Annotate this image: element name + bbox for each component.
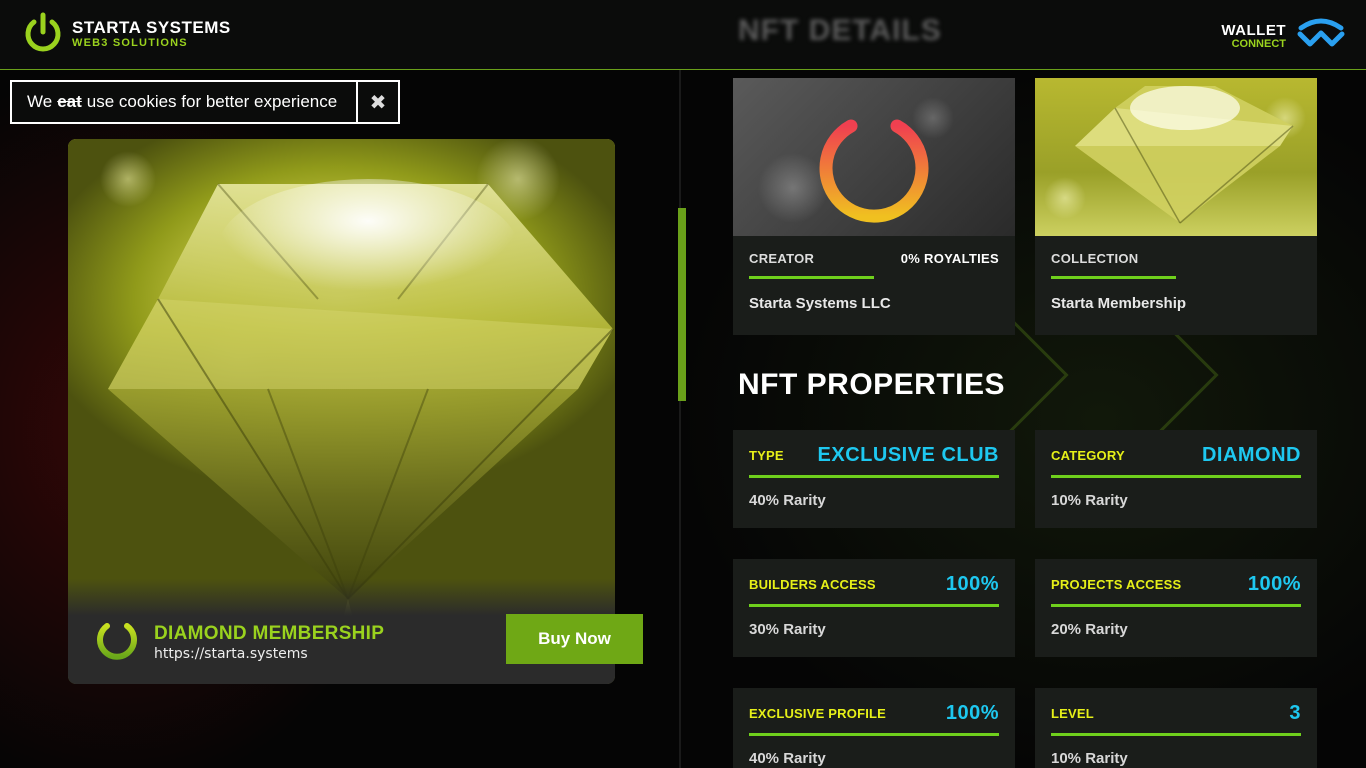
- property-rarity: 20% Rarity: [1051, 621, 1128, 638]
- walletconnect-icon: [1296, 18, 1346, 54]
- collection-image: [1035, 78, 1317, 236]
- brand-subtitle: WEB3 SOLUTIONS: [72, 36, 188, 49]
- property-value: 3: [1289, 701, 1301, 724]
- property-rarity: 10% Rarity: [1051, 492, 1128, 509]
- creator-image: [733, 78, 1015, 236]
- property-underline: [1051, 604, 1301, 607]
- creator-label: CREATOR: [749, 251, 815, 266]
- property-value: 100%: [945, 701, 999, 724]
- property-underline: [1051, 475, 1301, 478]
- wallet-title: WALLET: [1221, 22, 1286, 39]
- scrollbar-thumb[interactable]: [678, 208, 686, 401]
- property-value: EXCLUSIVE CLUB: [817, 443, 999, 466]
- creator-underline: [749, 276, 874, 279]
- property-value: 100%: [1247, 572, 1301, 595]
- brand-logo[interactable]: STARTA SYSTEMS WEB3 SOLUTIONS: [22, 12, 231, 54]
- property-key: EXCLUSIVE PROFILE: [749, 705, 887, 721]
- property-key: PROJECTS ACCESS: [1051, 576, 1182, 592]
- property-rarity: 10% Rarity: [1051, 750, 1128, 767]
- property-underline: [749, 475, 999, 478]
- brand-title: STARTA SYSTEMS: [72, 17, 231, 37]
- property-value: DIAMOND: [1201, 443, 1301, 466]
- nft-url-link[interactable]: https://starta.systems: [154, 646, 308, 662]
- collection-underline: [1051, 276, 1176, 279]
- creator-panel: CREATOR 0% ROYALTIES Starta Systems LLC: [733, 78, 1015, 335]
- property-rarity: 40% Rarity: [749, 492, 826, 509]
- collection-label: COLLECTION: [1051, 251, 1139, 266]
- cookie-struck-word: eat: [57, 92, 82, 111]
- close-icon[interactable]: ✖: [358, 82, 398, 122]
- wallet-subtitle: CONNECT: [1231, 38, 1286, 50]
- wallet-connect-button[interactable]: WALLET CONNECT: [1221, 18, 1346, 54]
- property-rarity: 30% Rarity: [749, 621, 826, 638]
- property-card-category: CATEGORY DIAMOND 10% Rarity: [1035, 430, 1317, 528]
- property-card-level: LEVEL 3 10% Rarity: [1035, 688, 1317, 768]
- buy-now-button[interactable]: Buy Now: [506, 614, 643, 664]
- nft-name: DIAMOND MEMBERSHIP: [154, 623, 385, 644]
- property-card-type: TYPE EXCLUSIVE CLUB 40% Rarity: [733, 430, 1015, 528]
- collection-value: Starta Membership: [1051, 295, 1187, 312]
- power-logo-icon: [22, 12, 64, 54]
- property-underline: [749, 604, 999, 607]
- royalties-label: 0% ROYALTIES: [900, 251, 999, 266]
- page-title: NFT DETAILS: [738, 14, 942, 47]
- property-card-projects-access: PROJECTS ACCESS 100% 20% Rarity: [1035, 559, 1317, 657]
- cookie-banner: We eat use cookies for better experience…: [10, 80, 400, 124]
- properties-title: NFT PROPERTIES: [738, 368, 1006, 401]
- cookie-message: We eat use cookies for better experience: [12, 82, 358, 122]
- property-key: LEVEL: [1051, 705, 1094, 721]
- nft-card: DIAMOND MEMBERSHIP https://starta.system…: [68, 139, 615, 684]
- property-key: BUILDERS ACCESS: [749, 576, 876, 592]
- property-card-builders-access: BUILDERS ACCESS 100% 30% Rarity: [733, 559, 1015, 657]
- creator-value: Starta Systems LLC: [749, 295, 891, 312]
- property-key: CATEGORY: [1051, 447, 1125, 463]
- cookie-prefix: We: [27, 92, 53, 111]
- column-divider: [679, 70, 681, 768]
- property-key: TYPE: [749, 447, 784, 463]
- property-rarity: 40% Rarity: [749, 750, 826, 767]
- collection-panel: COLLECTION Starta Membership: [1035, 78, 1317, 335]
- property-underline: [1051, 733, 1301, 736]
- cookie-suffix: use cookies for better experience: [86, 92, 338, 111]
- property-underline: [749, 733, 999, 736]
- power-logo-icon: [93, 614, 141, 662]
- top-header: STARTA SYSTEMS WEB3 SOLUTIONS NFT DETAIL…: [0, 0, 1366, 70]
- property-card-exclusive-profile: EXCLUSIVE PROFILE 100% 40% Rarity: [733, 688, 1015, 768]
- property-value: 100%: [945, 572, 999, 595]
